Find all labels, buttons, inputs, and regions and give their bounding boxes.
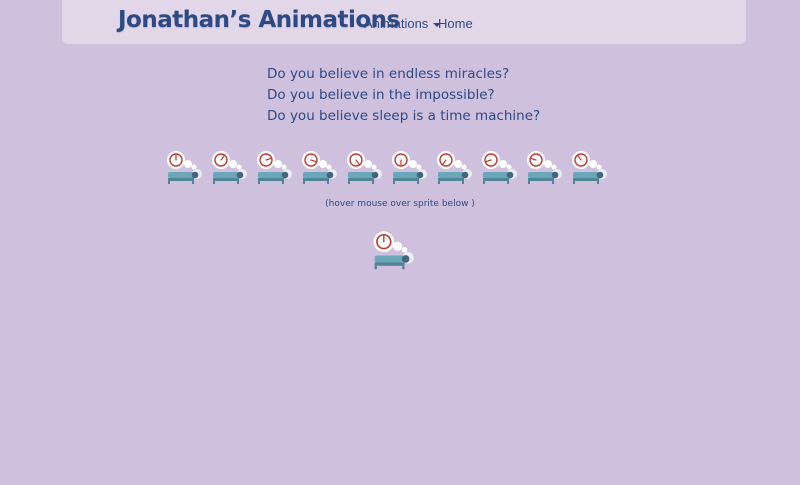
sleep-clock-sprite-icon [482, 151, 517, 184]
sleep-clock-sprite-icon [257, 151, 292, 184]
navbar: Jonathan’s Animations Animations Home [62, 0, 746, 44]
poem: Do you believe in endless miracles? Do y… [267, 64, 540, 127]
sleep-clock-sprite-icon [572, 151, 607, 184]
sleep-clock-sprite-icon [437, 151, 472, 184]
sleep-clock-sprite-icon [392, 151, 427, 184]
nav-animations-dropdown[interactable]: Animations [364, 16, 442, 31]
sleep-clock-sprite-icon [527, 151, 562, 184]
sprite-frames-row [164, 150, 614, 190]
sleep-clock-sprite-icon [167, 151, 202, 184]
sleep-clock-sprite-icon [347, 151, 382, 184]
hover-hint: (hover mouse over sprite below ) [325, 199, 475, 209]
sleep-clock-sprite-icon [302, 151, 337, 184]
poem-line: Do you believe in endless miracles? [267, 66, 510, 82]
sleep-clock-sprite-icon [212, 151, 247, 184]
brand-title[interactable]: Jonathan’s Animations [118, 7, 400, 33]
nav-home-link[interactable]: Home [438, 16, 473, 31]
nav-animations-label: Animations [364, 16, 429, 31]
poem-line: Do you believe sleep is a time machine? [267, 108, 541, 124]
sleep-clock-sprite-icon[interactable] [370, 230, 416, 274]
poem-line: Do you believe in the impossible? [267, 87, 495, 103]
